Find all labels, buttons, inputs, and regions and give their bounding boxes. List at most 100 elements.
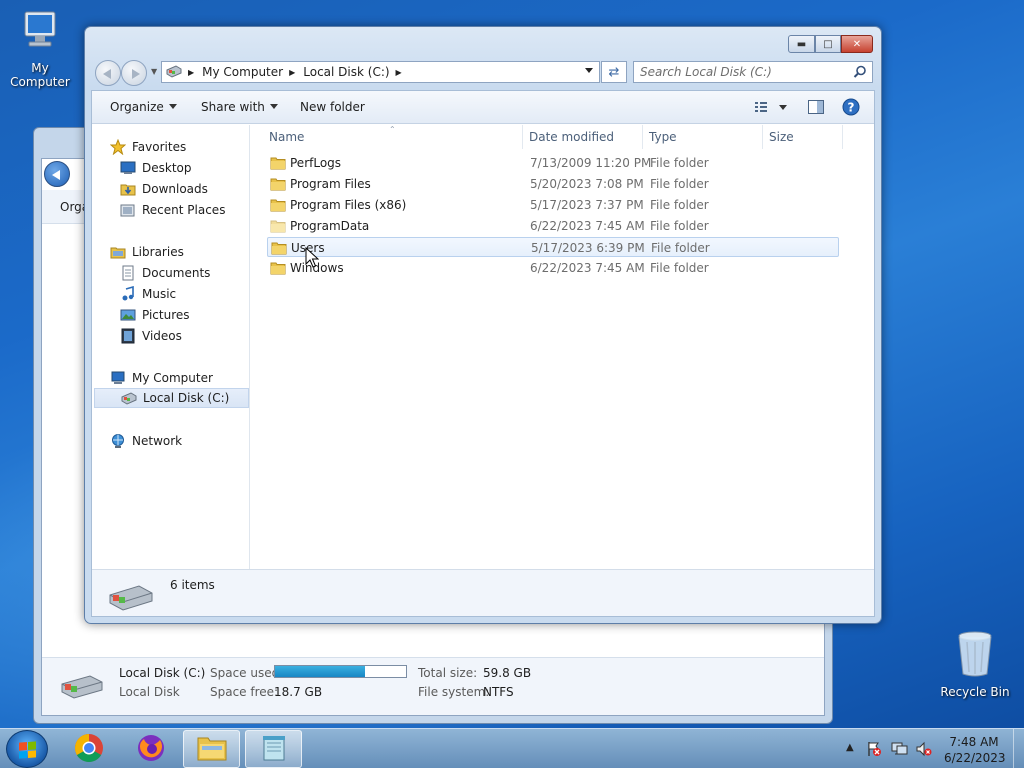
recent-places-icon	[120, 202, 136, 218]
organize-label: Organize	[110, 100, 164, 114]
system-clock[interactable]: 7:48 AM 6/22/2023	[944, 734, 1006, 766]
column-header-name[interactable]: Name	[251, 125, 523, 149]
file-row[interactable]: PerfLogs 7/13/2009 11:20 PM File folder	[267, 153, 839, 173]
back-button[interactable]	[95, 60, 121, 86]
nav-libraries-label: Libraries	[132, 245, 184, 259]
desktop-icon-label: My Computer	[10, 61, 70, 89]
file-row[interactable]: ProgramData 6/22/2023 7:45 AM File folde…	[267, 216, 839, 236]
column-header-date[interactable]: Date modified	[523, 125, 643, 149]
minimize-button[interactable]: ▬	[788, 35, 815, 53]
file-name: Program Files (x86)	[290, 198, 407, 212]
breadcrumb-separator-icon[interactable]: ▶	[188, 68, 194, 77]
navigation-pane: Favorites Desktop Downloads Recent Place…	[92, 125, 250, 569]
volume-muted-icon[interactable]	[915, 741, 933, 760]
file-list: ⌃ Name Date modified Type Size PerfLogs …	[251, 125, 874, 569]
share-with-button[interactable]: Share with	[201, 100, 278, 114]
nav-favorites[interactable]: Favorites	[109, 137, 186, 157]
search-icon[interactable]	[853, 65, 867, 82]
search-input[interactable]	[634, 62, 844, 82]
back-button[interactable]	[44, 161, 70, 187]
help-icon[interactable]: ?	[842, 98, 860, 119]
explorer-window[interactable]: ▬ □ ✕ ▼ ▶ My Computer ▶ Local Disk (C:) …	[84, 26, 882, 624]
start-button[interactable]	[6, 730, 48, 768]
drive-icon	[60, 674, 104, 703]
file-date: 5/17/2023 6:39 PM	[531, 241, 645, 255]
nav-my-computer-label: My Computer	[132, 371, 213, 385]
nav-desktop[interactable]: Desktop	[120, 158, 192, 178]
nav-documents[interactable]: Documents	[120, 263, 210, 283]
preview-pane-button[interactable]	[807, 99, 825, 118]
column-header-size[interactable]: Size	[763, 125, 843, 149]
file-system-value: NTFS	[483, 685, 514, 699]
nav-network[interactable]: Network	[110, 431, 182, 451]
file-row[interactable]: Windows 6/22/2023 7:45 AM File folder	[267, 258, 839, 278]
file-row[interactable]: Program Files (x86) 5/17/2023 7:37 PM Fi…	[267, 195, 839, 215]
file-type: File folder	[651, 241, 710, 255]
breadcrumb-my-computer[interactable]: My Computer	[202, 65, 283, 79]
videos-icon	[120, 328, 136, 344]
refresh-button[interactable]: ⇄	[601, 61, 627, 83]
nav-local-disk[interactable]: Local Disk (C:)	[94, 388, 249, 408]
drive-small-icon	[166, 64, 182, 81]
taskbar-explorer[interactable]	[183, 730, 240, 768]
recent-pages-chevron-down-icon[interactable]: ▼	[151, 67, 157, 76]
computer-icon	[110, 370, 126, 386]
folder-icon	[270, 155, 286, 174]
taskbar-firefox[interactable]	[122, 730, 179, 768]
show-hidden-icons-button[interactable]: ▲	[846, 742, 854, 753]
file-row[interactable]: Program Files 5/20/2023 7:08 PM File fol…	[267, 174, 839, 194]
desktop-icon-my-computer[interactable]: My Computer	[0, 8, 80, 89]
folder-icon	[270, 260, 286, 279]
file-date: 6/22/2023 7:45 AM	[530, 219, 645, 233]
nav-my-computer[interactable]: My Computer	[110, 368, 213, 388]
file-date: 5/20/2023 7:08 PM	[530, 177, 644, 191]
recycle-bin-icon	[935, 630, 1015, 681]
address-dropdown-chevron-down-icon[interactable]	[585, 68, 593, 73]
breadcrumb-local-disk[interactable]: Local Disk (C:)	[303, 65, 389, 79]
change-view-button[interactable]	[753, 99, 791, 118]
details-pane: 6 items	[92, 569, 874, 616]
search-box[interactable]	[633, 61, 873, 83]
nav-videos[interactable]: Videos	[120, 326, 182, 346]
libraries-icon	[110, 244, 126, 260]
breadcrumb-separator-icon[interactable]: ▶	[396, 68, 402, 77]
background-details-pane: Local Disk (C:) Local Disk Space used: S…	[42, 657, 824, 715]
file-row[interactable]: Users 5/17/2023 6:39 PM File folder	[267, 237, 839, 257]
desktop-icon-label: Recycle Bin	[940, 685, 1010, 699]
nav-libraries[interactable]: Libraries	[110, 242, 184, 262]
clock-time: 7:48 AM	[949, 735, 999, 749]
network-status-icon[interactable]	[891, 741, 909, 760]
file-date: 7/13/2009 11:20 PM	[530, 156, 652, 170]
computer-icon	[0, 8, 80, 57]
taskbar-notepad[interactable]	[245, 730, 302, 768]
space-used-label: Space used:	[210, 666, 284, 680]
space-used-bar	[274, 665, 407, 678]
file-type: File folder	[650, 219, 709, 233]
address-bar[interactable]: ▶ My Computer ▶ Local Disk (C:) ▶	[161, 61, 600, 83]
taskbar: ▲ 7:48 AM 6/22/2023	[0, 728, 1024, 768]
nav-downloads[interactable]: Downloads	[120, 179, 208, 199]
network-icon	[110, 433, 126, 449]
windows-logo-icon	[19, 741, 36, 759]
column-header-size-label: Size	[769, 130, 794, 144]
maximize-button[interactable]: □	[815, 35, 841, 53]
show-desktop-button[interactable]	[1013, 729, 1024, 768]
column-header-type[interactable]: Type	[643, 125, 763, 149]
action-center-flag-icon[interactable]	[866, 741, 882, 760]
organize-button[interactable]: Organize	[110, 100, 177, 114]
nav-pictures[interactable]: Pictures	[120, 305, 190, 325]
file-type: File folder	[650, 156, 709, 170]
desktop-icon-recycle-bin[interactable]: Recycle Bin	[935, 630, 1015, 699]
new-folder-button[interactable]: New folder	[300, 100, 365, 114]
file-date: 5/17/2023 7:37 PM	[530, 198, 644, 212]
taskbar-chrome[interactable]	[60, 730, 117, 768]
forward-button[interactable]	[121, 60, 147, 86]
desktop-icon	[120, 160, 136, 176]
file-name: PerfLogs	[290, 156, 342, 170]
mouse-pointer-icon	[305, 246, 320, 272]
nav-recent-places[interactable]: Recent Places	[120, 200, 225, 220]
close-button[interactable]: ✕	[841, 35, 873, 53]
music-icon	[120, 285, 136, 302]
breadcrumb-separator-icon[interactable]: ▶	[289, 68, 295, 77]
nav-music[interactable]: Music	[120, 284, 176, 304]
